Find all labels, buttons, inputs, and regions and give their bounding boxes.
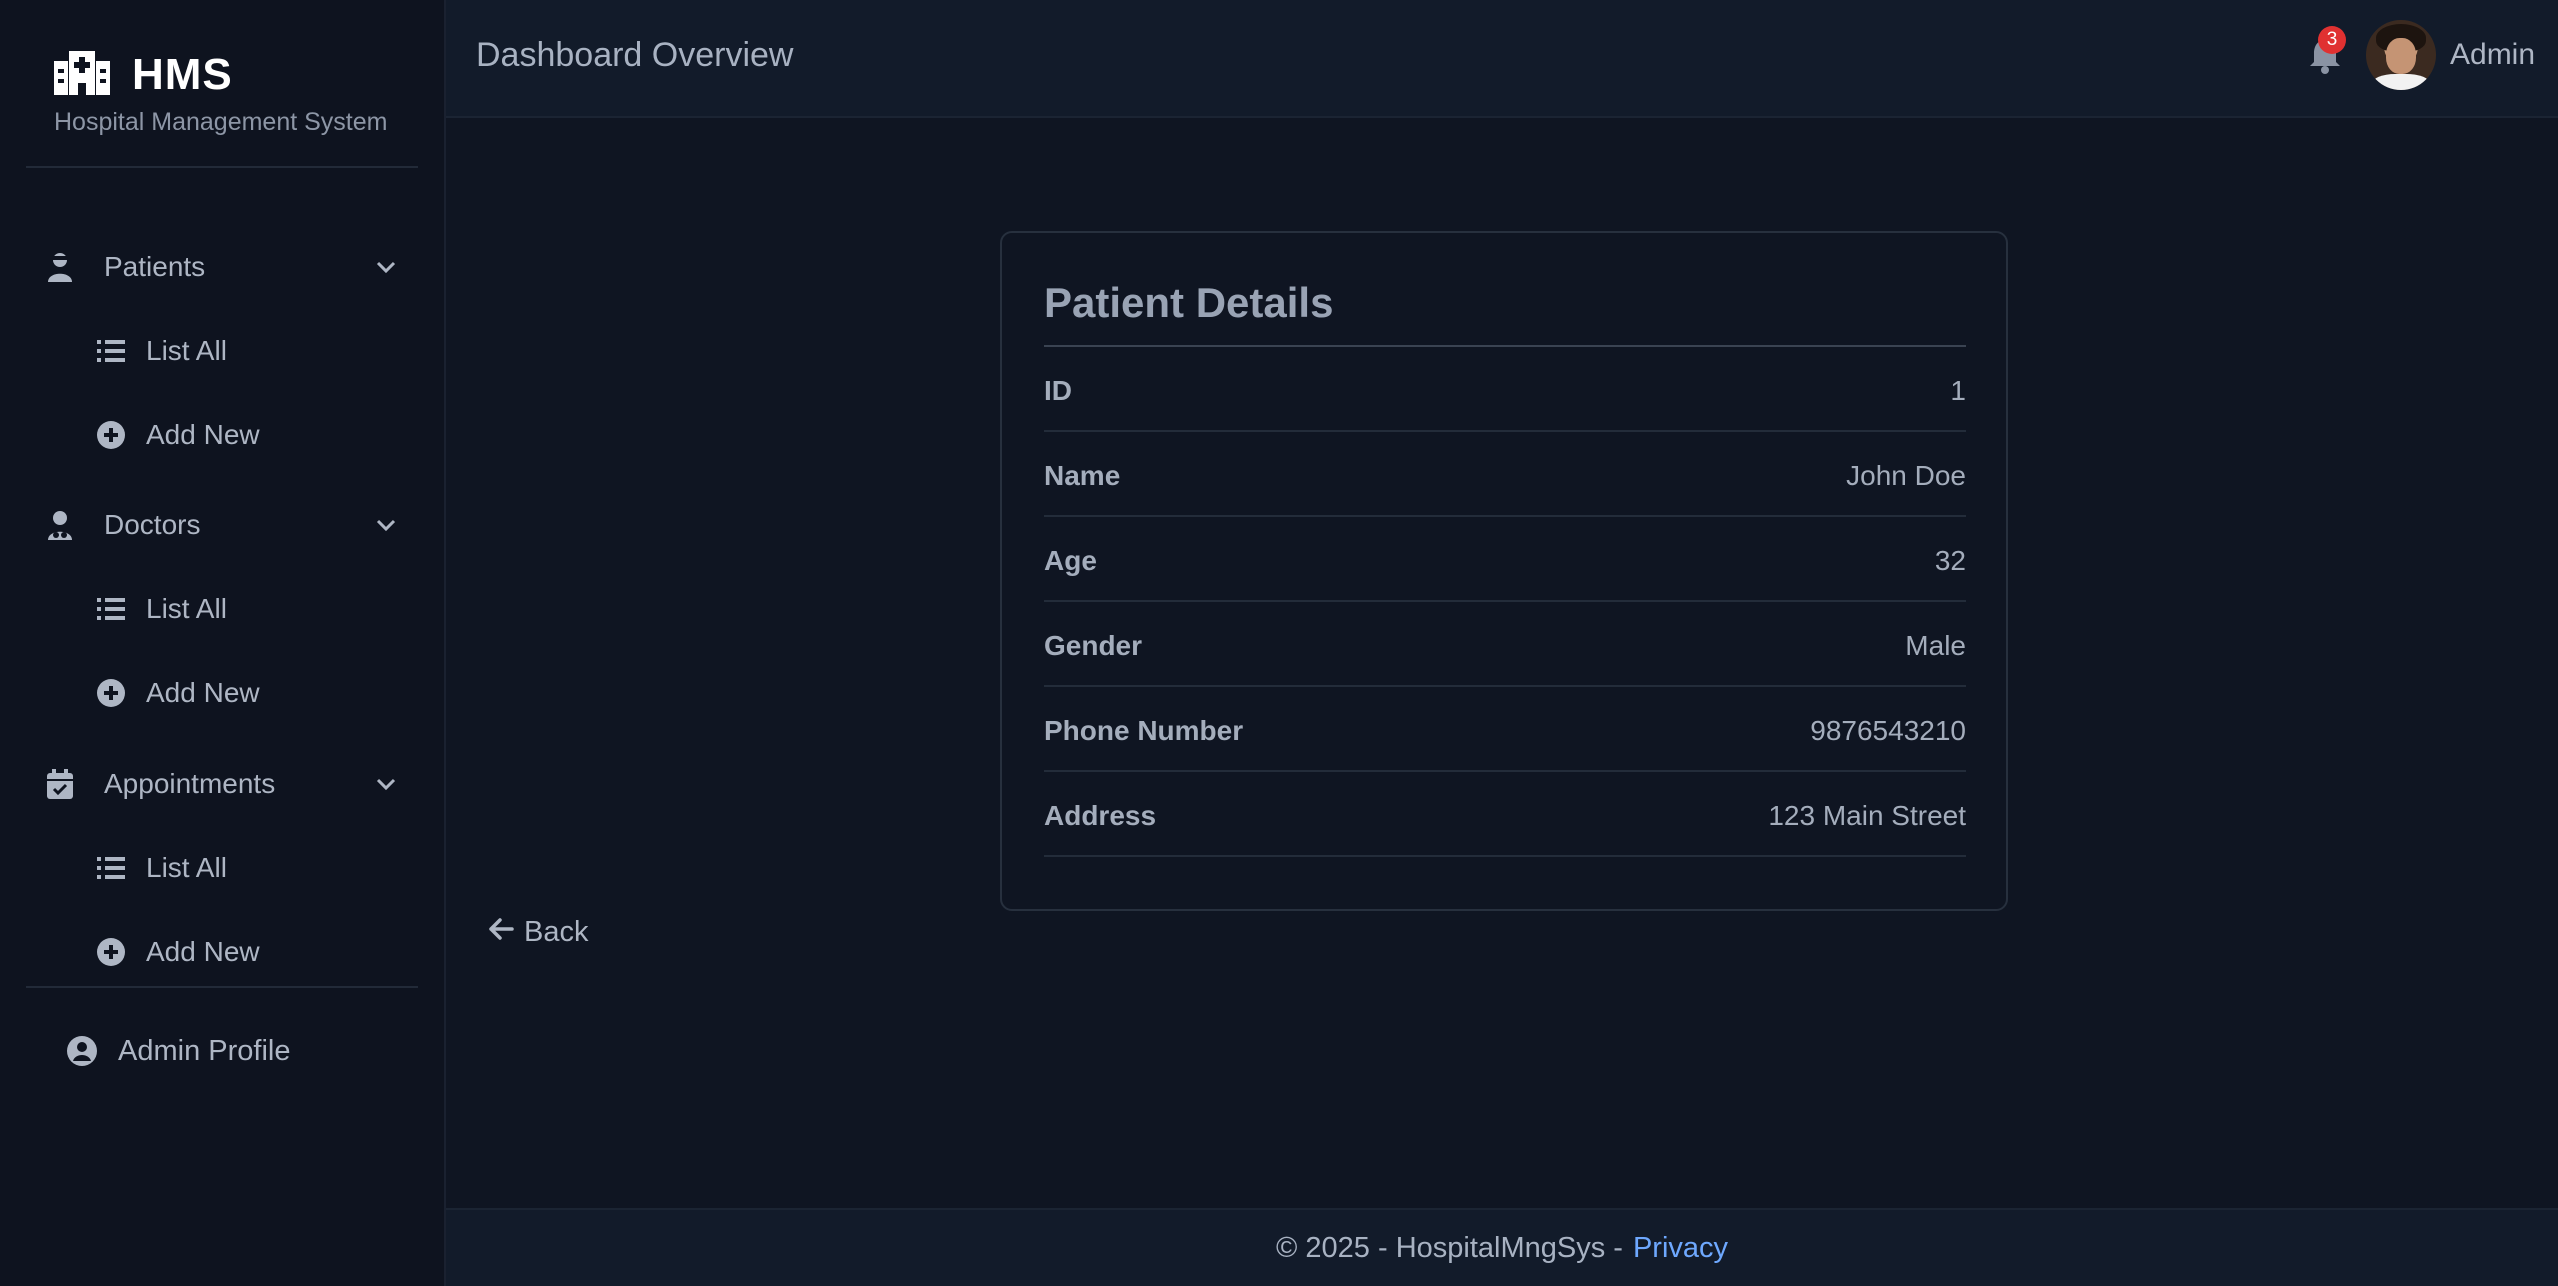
sidebar-item-appointments-list-all[interactable]: List All — [0, 833, 446, 903]
detail-row-id: ID 1 — [1044, 347, 1966, 432]
calendar-check-icon — [44, 768, 76, 800]
sidebar-item-label: Add New — [146, 936, 260, 967]
patient-user-icon — [44, 251, 76, 283]
detail-key: Address — [1044, 800, 1157, 831]
detail-key: ID — [1044, 375, 1072, 406]
brand-name: HMS — [132, 50, 233, 99]
sidebar-item-doctors-list-all[interactable]: List All — [0, 574, 446, 644]
hospital-icon — [54, 50, 110, 100]
detail-value: John Doe — [1846, 460, 1966, 491]
sidebar-item-appointments-add-new[interactable]: Add New — [0, 917, 446, 987]
sidebar-item-doctors-add-new[interactable]: Add New — [0, 658, 446, 728]
sidebar-item-label: List All — [146, 593, 227, 624]
nav-section-patients[interactable]: Patients — [0, 232, 446, 302]
detail-row-age: Age 32 — [1044, 517, 1966, 602]
user-name[interactable]: Admin — [2450, 38, 2535, 72]
footer-text: © 2025 - HospitalMngSys - — [1275, 1231, 1623, 1264]
card-title: Patient Details — [1044, 279, 1334, 326]
footer: © 2025 - HospitalMngSys - Privacy — [446, 1208, 2558, 1286]
list-icon — [96, 594, 126, 624]
brand[interactable]: HMS Hospital Management System — [54, 50, 387, 137]
list-icon — [96, 336, 126, 366]
sidebar: HMS Hospital Management System Patients … — [0, 0, 446, 1286]
sidebar-item-label: Add New — [146, 677, 260, 708]
detail-row-address: Address 123 Main Street — [1044, 772, 1966, 857]
nav-section-label: Doctors — [104, 509, 201, 540]
nav-section-label: Appointments — [104, 768, 276, 799]
detail-value: 32 — [1934, 545, 1966, 576]
topbar: Dashboard Overview 3 Admin — [446, 0, 2558, 118]
back-label: Back — [524, 916, 589, 948]
arrow-left-icon — [488, 916, 514, 949]
patient-details-card: Patient Details ID 1 Name John Doe Age 3… — [1000, 231, 2008, 911]
detail-value: Male — [1905, 630, 1966, 661]
plus-circle-icon — [96, 678, 126, 708]
sidebar-item-admin-profile[interactable]: Admin Profile — [0, 1016, 446, 1086]
nav-section-appointments[interactable]: Appointments — [0, 749, 446, 819]
list-icon — [96, 853, 126, 883]
admin-profile-label: Admin Profile — [118, 1034, 291, 1067]
detail-key: Phone Number — [1044, 715, 1244, 746]
detail-value: 123 Main Street — [1768, 800, 1966, 831]
nav-section-label: Patients — [104, 251, 206, 282]
user-circle-icon — [66, 1035, 98, 1067]
chevron-down-icon — [372, 253, 400, 281]
detail-key: Name — [1044, 460, 1121, 491]
nav-section-doctors[interactable]: Doctors — [0, 490, 446, 560]
chevron-down-icon — [372, 770, 400, 798]
sidebar-item-label: List All — [146, 852, 227, 883]
detail-value: 1 — [1950, 375, 1966, 406]
back-button[interactable]: Back — [488, 916, 588, 949]
sidebar-divider — [26, 986, 418, 988]
page-title: Dashboard Overview — [476, 36, 794, 74]
detail-row-phone: Phone Number 9876543210 — [1044, 687, 1966, 772]
notification-badge: 3 — [2318, 26, 2346, 54]
detail-row-name: Name John Doe — [1044, 432, 1966, 517]
plus-circle-icon — [96, 420, 126, 450]
chevron-down-icon — [372, 511, 400, 539]
sidebar-item-patients-list-all[interactable]: List All — [0, 316, 446, 386]
sidebar-item-patients-add-new[interactable]: Add New — [0, 400, 446, 470]
sidebar-item-label: List All — [146, 335, 227, 366]
sidebar-divider — [26, 166, 418, 168]
avatar[interactable] — [2366, 20, 2436, 90]
sidebar-item-label: Add New — [146, 419, 260, 450]
detail-key: Age — [1044, 545, 1097, 576]
privacy-link[interactable]: Privacy — [1633, 1232, 1728, 1265]
detail-value: 9876543210 — [1810, 715, 1966, 746]
doctor-user-icon — [44, 509, 76, 541]
plus-circle-icon — [96, 937, 126, 967]
detail-row-gender: Gender Male — [1044, 602, 1966, 687]
brand-subtitle: Hospital Management System — [54, 108, 388, 136]
detail-key: Gender — [1044, 630, 1143, 661]
